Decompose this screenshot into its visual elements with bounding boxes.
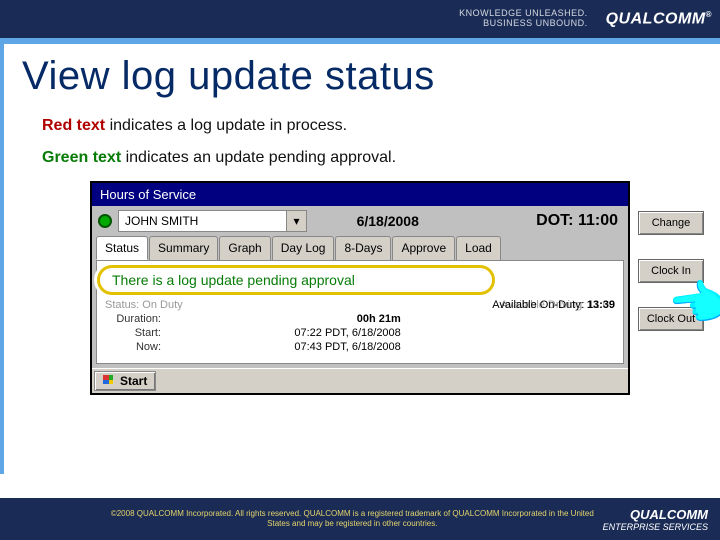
tab-8-days[interactable]: 8-Days [335, 236, 391, 260]
footer-copyright: ©2008 QUALCOMM Incorporated. All rights … [102, 509, 603, 528]
status-panel: There is a log update pending approval S… [96, 260, 624, 364]
available-on-duty: Available On-Duty: 13:39 [492, 299, 615, 311]
start-button[interactable]: Start [94, 371, 156, 391]
status-led-icon [98, 214, 112, 228]
tab-summary[interactable]: Summary [149, 236, 218, 260]
taskbar: Start [92, 368, 628, 393]
start-value: 07:22 PDT, 6/18/2008 [294, 327, 400, 339]
driver-name-input[interactable] [118, 210, 287, 232]
duration-value: 00h 21m [357, 313, 401, 325]
footer-bar: ©2008 QUALCOMM Incorporated. All rights … [0, 498, 720, 540]
slide-title: View log update status [0, 44, 720, 105]
tab-approve[interactable]: Approve [392, 236, 455, 260]
tab-load[interactable]: Load [456, 236, 501, 260]
change-button[interactable]: Change [638, 211, 704, 235]
header-tagline: KNOWLEDGE UNLEASHED. BUSINESS UNBOUND. [459, 9, 588, 29]
legend-green: Green text indicates an update pending a… [42, 149, 678, 167]
now-label: Now: [105, 341, 161, 353]
app-window: Hours of Service ▾ 6/18/2008 DOT: 11:00 … [90, 181, 630, 395]
brand-logo: QUALCOMM® [606, 10, 712, 28]
tab-status[interactable]: Status [96, 236, 148, 260]
legend-red: Red text indicates a log update in proce… [42, 117, 678, 135]
footer-logo: QUALCOMMENTERPRISE SERVICES [603, 507, 708, 532]
app-titlebar: Hours of Service [92, 183, 628, 206]
tab-bar: Status Summary Graph Day Log 8-Days Appr… [92, 236, 628, 260]
dot-clock: DOT: 11:00 [469, 212, 623, 230]
pending-approval-callout: There is a log update pending approval [97, 265, 495, 295]
windows-logo-icon [103, 375, 117, 387]
current-date: 6/18/2008 [313, 213, 463, 229]
start-label: Start: [105, 327, 161, 339]
tab-graph[interactable]: Graph [219, 236, 270, 260]
side-accent [0, 44, 4, 474]
header-bar: KNOWLEDGE UNLEASHED. BUSINESS UNBOUND. Q… [0, 0, 720, 38]
duration-label: Duration: [105, 313, 161, 325]
pointing-hand-icon: 👉 [667, 271, 720, 336]
tab-day-log[interactable]: Day Log [272, 236, 335, 260]
driver-dropdown-button[interactable]: ▾ [287, 210, 307, 232]
now-value: 07:43 PDT, 6/18/2008 [294, 341, 400, 353]
